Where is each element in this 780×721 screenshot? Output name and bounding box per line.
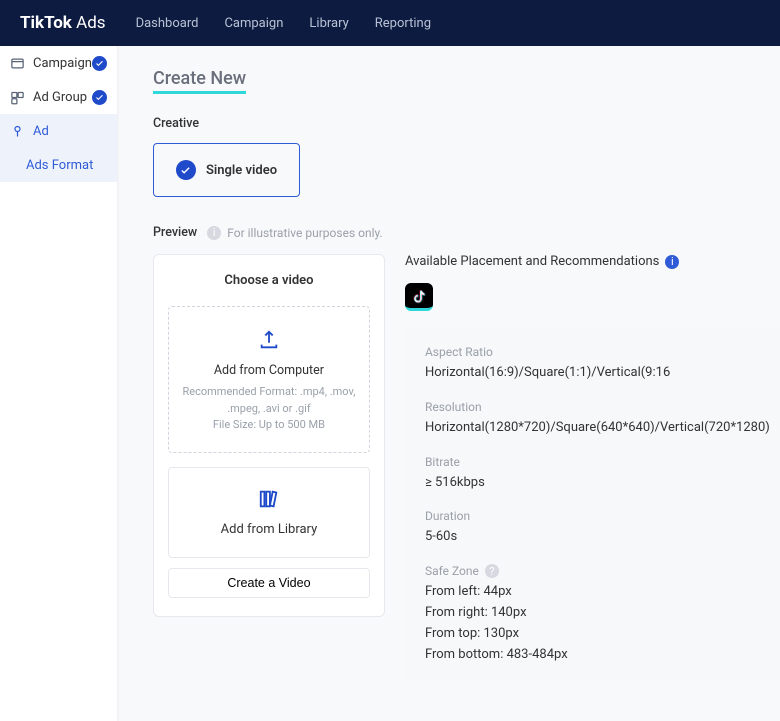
check-icon (176, 160, 196, 180)
spec-duration-value: 5-60s (425, 527, 770, 548)
preview-label: Preview (153, 225, 197, 240)
spec-bitrate-label: Bitrate (425, 455, 770, 469)
add-from-library[interactable]: Add from Library (168, 467, 370, 558)
spec-duration-label: Duration (425, 509, 770, 523)
upload-icon (256, 329, 282, 351)
spec-safezone-label: Safe Zone ? (425, 564, 770, 578)
available-placement-title: Available Placement and Recommendations … (405, 254, 780, 269)
spec-safe-right: From right: 140px (425, 603, 770, 624)
check-icon (92, 90, 107, 105)
nav-reporting[interactable]: Reporting (375, 16, 431, 31)
top-navbar: TikTok Ads Dashboard Campaign Library Re… (0, 0, 780, 46)
top-nav: Dashboard Campaign Library Reporting (136, 16, 431, 31)
ad-icon (10, 124, 25, 139)
main-content: Create New Creative Single video Preview… (117, 46, 780, 721)
create-video-button[interactable]: Create a Video (168, 568, 370, 598)
creative-label: Creative (153, 116, 780, 131)
spec-safe-left: From left: 44px (425, 582, 770, 603)
spec-aspect-value: Horizontal(16:9)/Square(1:1)/Vertical(9:… (425, 363, 770, 384)
sidebar: Campaign Ad Group Ad Ads Format (0, 46, 117, 721)
page-title: Create New (153, 68, 246, 94)
spec-safe-top: From top: 130px (425, 624, 770, 645)
sidebar-item-ad[interactable]: Ad (0, 114, 117, 148)
nav-library[interactable]: Library (309, 16, 348, 31)
add-from-computer[interactable]: Add from Computer Recommended Format: .m… (168, 306, 370, 453)
spec-res-value: Horizontal(1280*720)/Square(640*640)/Ver… (425, 418, 770, 439)
spec-res-label: Resolution (425, 400, 770, 414)
library-icon (257, 488, 281, 510)
video-chooser-panel: Choose a video Add from Computer Recomme… (153, 254, 385, 617)
sidebar-item-adgroup[interactable]: Ad Group (0, 80, 117, 114)
preview-note: i For illustrative purposes only. (207, 226, 383, 240)
placement-specs: Aspect Ratio Horizontal(16:9)/Square(1:1… (405, 329, 780, 681)
adgroup-icon (10, 90, 25, 105)
tiktok-placement-icon[interactable] (405, 283, 433, 311)
spec-safe-bottom: From bottom: 483-484px (425, 645, 770, 666)
info-icon: i (207, 226, 221, 240)
sidebar-item-campaign[interactable]: Campaign (0, 46, 117, 80)
logo: TikTok Ads (20, 13, 106, 33)
chooser-title: Choose a video (168, 273, 370, 288)
campaign-icon (10, 56, 25, 71)
spec-aspect-label: Aspect Ratio (425, 345, 770, 359)
sidebar-sub-adsformat[interactable]: Ads Format (0, 148, 117, 182)
info-icon[interactable]: i (665, 255, 679, 269)
nav-campaign[interactable]: Campaign (224, 16, 283, 31)
info-icon[interactable]: ? (485, 564, 499, 578)
check-icon (92, 56, 107, 71)
nav-dashboard[interactable]: Dashboard (136, 16, 199, 31)
spec-bitrate-value: ≥ 516kbps (425, 473, 770, 494)
creative-single-video[interactable]: Single video (153, 143, 300, 197)
